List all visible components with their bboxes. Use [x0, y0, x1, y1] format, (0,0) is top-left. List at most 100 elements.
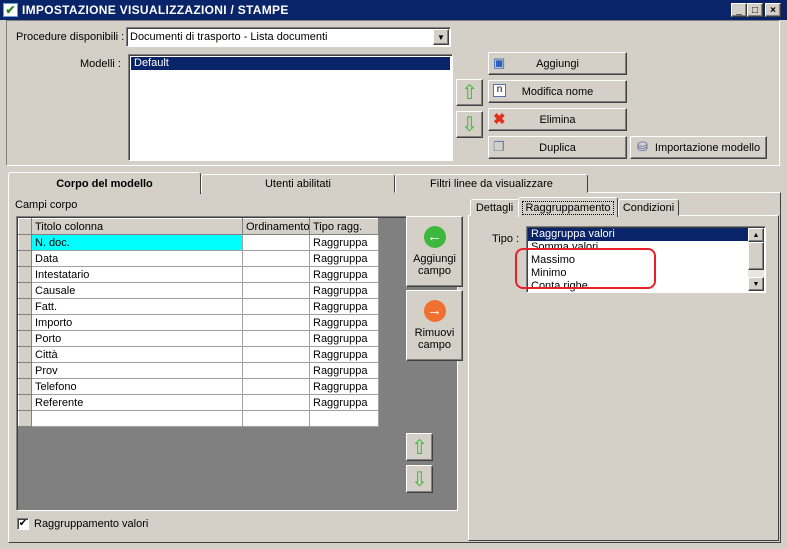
table-cell[interactable]: Referente — [31, 394, 243, 411]
row-indicator[interactable] — [18, 394, 32, 411]
table-cell[interactable] — [242, 266, 310, 283]
table-cell[interactable] — [242, 298, 310, 315]
table-row[interactable]: Causale Raggruppa — [18, 282, 379, 299]
row-indicator[interactable] — [18, 250, 32, 267]
add-model-button[interactable]: ▣ Aggiungi — [488, 52, 627, 75]
table-row[interactable]: Città Raggruppa — [18, 346, 379, 363]
row-indicator[interactable] — [18, 234, 32, 251]
row-indicator[interactable] — [18, 314, 32, 331]
scroll-up-icon[interactable]: ▲ — [748, 228, 764, 242]
table-cell[interactable]: Raggruppa — [309, 282, 379, 299]
move-down-button[interactable]: ⇩ — [456, 111, 483, 138]
table-cell[interactable]: Raggruppa — [309, 234, 379, 251]
table-cell[interactable]: Raggruppa — [309, 346, 379, 363]
table-row[interactable] — [18, 410, 379, 427]
table-cell[interactable] — [31, 410, 243, 427]
row-indicator[interactable] — [18, 330, 32, 347]
chevron-down-icon[interactable]: ▼ — [433, 29, 449, 45]
table-row[interactable]: Intestatario Raggruppa — [18, 266, 379, 283]
table-cell[interactable]: Raggruppa — [309, 314, 379, 331]
row-indicator[interactable] — [18, 266, 32, 283]
table-row[interactable]: Referente Raggruppa — [18, 394, 379, 411]
duplicate-model-button[interactable]: ❐ Duplica — [488, 136, 627, 159]
fields-grid[interactable]: Titolo colonna Ordinamento Tipo ragg. N. d… — [16, 216, 458, 511]
scrollbar[interactable]: ▲ ▼ — [748, 228, 764, 291]
subtab-raggruppamento[interactable]: Raggruppamento — [518, 197, 618, 217]
table-cell[interactable]: Raggruppa — [309, 250, 379, 267]
subtab-dettagli[interactable]: Dettagli — [470, 199, 519, 216]
rename-model-button[interactable]: n Modifica nome — [488, 80, 627, 103]
table-cell[interactable] — [242, 330, 310, 347]
table-row[interactable]: Fatt. Raggruppa — [18, 298, 379, 315]
row-indicator[interactable] — [18, 410, 32, 427]
table-row[interactable]: Telefono Raggruppa — [18, 378, 379, 395]
table-cell[interactable]: Porto — [31, 330, 243, 347]
table-cell[interactable]: Città — [31, 346, 243, 363]
row-indicator[interactable] — [18, 362, 32, 379]
table-cell[interactable] — [242, 394, 310, 411]
row-indicator[interactable] — [18, 346, 32, 363]
duplicate-icon: ❐ — [493, 139, 505, 154]
arrow-right-icon: → — [423, 300, 446, 322]
table-cell[interactable]: Raggruppa — [309, 298, 379, 315]
table-cell[interactable]: N. doc. — [31, 234, 243, 251]
table-cell[interactable]: Telefono — [31, 378, 243, 395]
table-cell[interactable]: Data — [31, 250, 243, 267]
table-cell[interactable]: Causale — [31, 282, 243, 299]
delete-model-button[interactable]: ✖ Elimina — [488, 108, 627, 131]
tab-filtri-linee[interactable]: Filtri linee da visualizzare — [395, 174, 588, 193]
row-indicator[interactable] — [18, 378, 32, 395]
table-cell[interactable]: Raggruppa — [309, 394, 379, 411]
table-cell[interactable] — [242, 314, 310, 331]
move-up-button[interactable]: ⇧ — [456, 79, 483, 106]
table-cell[interactable] — [242, 362, 310, 379]
scroll-thumb[interactable] — [748, 242, 764, 270]
table-row[interactable]: N. doc. Raggruppa — [18, 234, 379, 251]
procedure-select[interactable]: Documenti di trasporto - Lista documenti… — [126, 27, 451, 47]
row-indicator[interactable] — [18, 282, 32, 299]
row-indicator[interactable] — [18, 298, 32, 315]
modelli-item[interactable]: Default — [131, 57, 450, 70]
table-cell[interactable] — [242, 410, 310, 427]
modelli-list[interactable]: Default — [128, 54, 453, 161]
remove-field-button[interactable]: → Rimuovi campo — [406, 290, 463, 361]
add-field-label: Aggiungi campo — [413, 253, 456, 277]
tipo-label: Tipo : — [492, 233, 520, 245]
scroll-down-icon[interactable]: ▼ — [748, 277, 764, 291]
column-header-ordinamento[interactable]: Ordinamento — [242, 218, 310, 235]
maximize-button[interactable]: □ — [747, 3, 763, 17]
raggruppamento-checkbox[interactable]: ✔ — [17, 518, 29, 530]
table-cell[interactable]: Fatt. — [31, 298, 243, 315]
table-cell[interactable] — [242, 378, 310, 395]
table-cell[interactable]: Importo — [31, 314, 243, 331]
table-row[interactable]: Data Raggruppa — [18, 250, 379, 267]
tipo-option[interactable]: Raggruppa valori — [528, 228, 750, 241]
subtab-condizioni[interactable]: Condizioni — [618, 199, 679, 216]
table-cell[interactable] — [242, 250, 310, 267]
tab-corpo-del-modello[interactable]: Corpo del modello — [8, 172, 201, 194]
window-title: IMPOSTAZIONE VISUALIZZAZIONI / STAMPE — [22, 3, 289, 17]
table-cell[interactable]: Intestatario — [31, 266, 243, 283]
table-cell[interactable]: Raggruppa — [309, 362, 379, 379]
column-header-titolo[interactable]: Titolo colonna — [31, 218, 243, 235]
table-cell[interactable] — [242, 234, 310, 251]
table-cell[interactable]: Raggruppa — [309, 378, 379, 395]
table-cell[interactable]: Prov — [31, 362, 243, 379]
add-field-button[interactable]: ← Aggiungi campo — [406, 216, 463, 287]
close-button[interactable]: × — [765, 3, 781, 17]
subtab-raggruppamento-label: Raggruppamento — [522, 200, 614, 215]
table-cell[interactable]: Raggruppa — [309, 330, 379, 347]
table-row[interactable]: Prov Raggruppa — [18, 362, 379, 379]
minimize-button[interactable]: _ — [731, 3, 747, 17]
table-cell[interactable] — [242, 282, 310, 299]
column-header-tipo[interactable]: Tipo ragg. — [309, 218, 379, 235]
field-up-button[interactable]: ⇧ — [406, 433, 433, 461]
import-model-button[interactable]: ⛁ Importazione modello — [630, 136, 767, 159]
table-cell[interactable]: Raggruppa — [309, 266, 379, 283]
table-cell[interactable] — [242, 346, 310, 363]
field-down-button[interactable]: ⇩ — [406, 465, 433, 493]
table-cell[interactable] — [309, 410, 379, 427]
table-row[interactable]: Importo Raggruppa — [18, 314, 379, 331]
tab-utenti-abilitati[interactable]: Utenti abilitati — [201, 174, 395, 193]
table-row[interactable]: Porto Raggruppa — [18, 330, 379, 347]
